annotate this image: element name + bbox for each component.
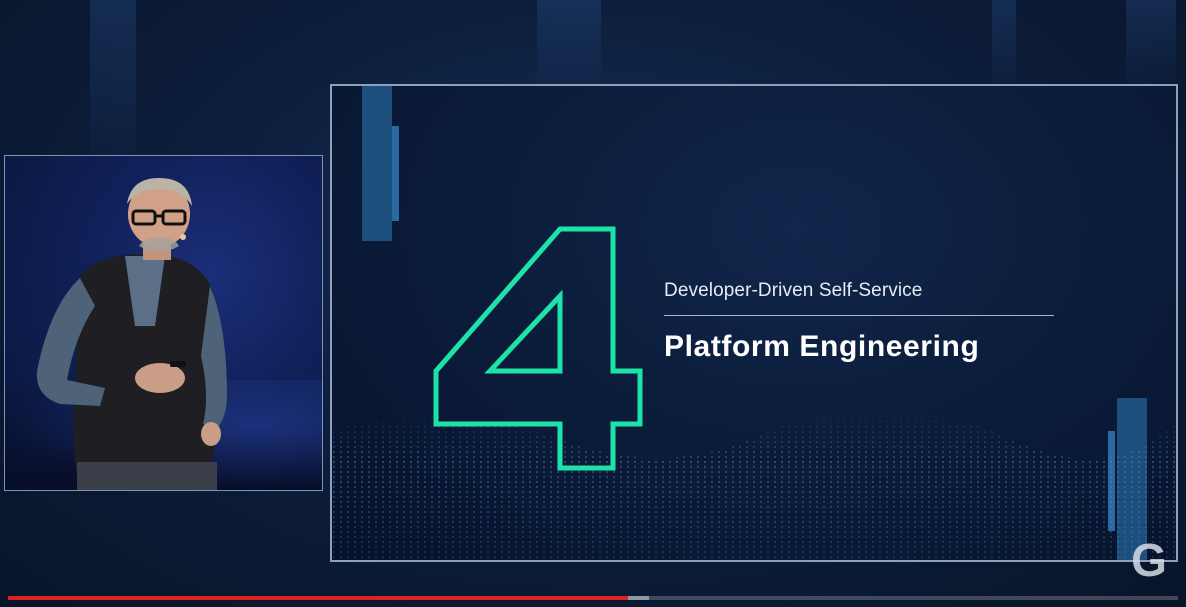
decorative-bar xyxy=(392,126,399,221)
stage-backdrop-pillar xyxy=(1126,0,1176,84)
slide-subtitle: Developer-Driven Self-Service xyxy=(664,280,923,301)
stage-backdrop-pillar xyxy=(537,0,601,84)
title-divider xyxy=(664,315,1054,316)
slide-title: Platform Engineering xyxy=(664,330,980,363)
decorative-bar xyxy=(362,86,392,241)
clicker xyxy=(170,361,186,367)
slide-number-four: 4 xyxy=(433,226,643,471)
video-progress-bar[interactable] xyxy=(8,596,1178,600)
presentation-slide: 4 Developer-Driven Self-Service Platform… xyxy=(330,84,1178,562)
stage-backdrop-pillar xyxy=(90,0,136,155)
stage-backdrop-pillar xyxy=(992,0,1016,84)
progress-played xyxy=(8,596,629,600)
presenter-figure xyxy=(36,178,227,490)
brand-g-logo-icon: G xyxy=(1131,534,1167,586)
presenter-video xyxy=(4,155,323,491)
video-stage[interactable]: 4 Developer-Driven Self-Service Platform… xyxy=(0,0,1186,607)
slide-number-text: 4 xyxy=(541,353,550,370)
